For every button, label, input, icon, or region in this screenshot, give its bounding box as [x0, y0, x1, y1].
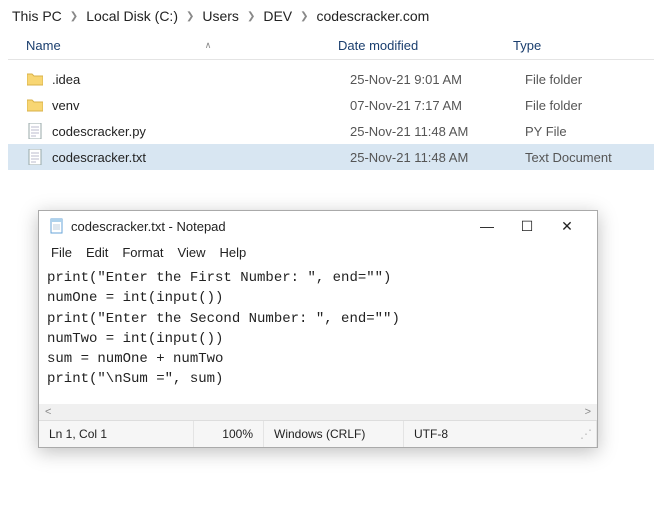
file-list-header[interactable]: Name ∧ Date modified Type: [8, 32, 654, 60]
file-row[interactable]: codescracker.py25-Nov-21 11:48 AMPY File: [8, 118, 654, 144]
file-name: venv: [52, 98, 350, 113]
file-date: 07-Nov-21 7:17 AM: [350, 98, 525, 113]
maximize-button[interactable]: ☐: [507, 217, 547, 235]
menu-item-view[interactable]: View: [178, 245, 206, 260]
status-cursor-pos: Ln 1, Col 1: [39, 421, 194, 447]
chevron-right-icon[interactable]: ❯: [66, 11, 82, 22]
breadcrumb-segment[interactable]: codescracker.com: [317, 8, 430, 24]
menu-item-help[interactable]: Help: [219, 245, 246, 260]
menu-item-edit[interactable]: Edit: [86, 245, 108, 260]
breadcrumb-segment[interactable]: This PC: [12, 8, 62, 24]
notepad-title: codescracker.txt - Notepad: [71, 219, 467, 234]
column-type[interactable]: Type: [513, 38, 654, 53]
file-row[interactable]: .idea25-Nov-21 9:01 AMFile folder: [8, 66, 654, 92]
file-name: .idea: [52, 72, 350, 87]
file-type: File folder: [525, 72, 654, 87]
status-zoom: 100%: [194, 421, 264, 447]
scroll-right-icon[interactable]: >: [585, 406, 591, 418]
text-file-icon: [26, 148, 44, 166]
file-row[interactable]: venv07-Nov-21 7:17 AMFile folder: [8, 92, 654, 118]
notepad-titlebar[interactable]: codescracker.txt - Notepad — ☐ ✕: [39, 211, 597, 241]
file-name: codescracker.txt: [52, 150, 350, 165]
file-type: File folder: [525, 98, 654, 113]
file-date: 25-Nov-21 11:48 AM: [350, 150, 525, 165]
file-type: Text Document: [525, 150, 654, 165]
column-name[interactable]: Name: [26, 38, 61, 53]
notepad-icon: [49, 218, 65, 234]
notepad-window: codescracker.txt - Notepad — ☐ ✕ File Edi…: [38, 210, 598, 448]
file-date: 25-Nov-21 11:48 AM: [350, 124, 525, 139]
notepad-content[interactable]: print("Enter the First Number: ", end=""…: [39, 264, 597, 404]
scroll-left-icon[interactable]: <: [45, 406, 51, 418]
file-type: PY File: [525, 124, 654, 139]
breadcrumb-segment[interactable]: Local Disk (C:): [86, 8, 178, 24]
chevron-right-icon[interactable]: ❯: [296, 11, 312, 22]
menu-item-file[interactable]: File: [51, 245, 72, 260]
chevron-right-icon[interactable]: ❯: [243, 11, 259, 22]
status-encoding: UTF-8: [404, 421, 534, 447]
folder-icon: [26, 96, 44, 114]
resize-grip-icon[interactable]: ⋰: [534, 421, 597, 447]
file-list: Name ∧ Date modified Type .idea25-Nov-21…: [0, 32, 662, 170]
close-button[interactable]: ✕: [547, 217, 587, 235]
file-row[interactable]: codescracker.txt25-Nov-21 11:48 AMText D…: [8, 144, 654, 170]
notepad-hscrollbar[interactable]: < >: [39, 404, 597, 420]
file-date: 25-Nov-21 9:01 AM: [350, 72, 525, 87]
breadcrumb: This PC ❯ Local Disk (C:) ❯ Users ❯ DEV ❯ codesc…: [0, 0, 662, 32]
folder-icon: [26, 70, 44, 88]
menu-item-format[interactable]: Format: [122, 245, 163, 260]
chevron-right-icon[interactable]: ❯: [182, 11, 198, 22]
notepad-menubar: File Edit Format View Help: [39, 241, 597, 264]
notepad-statusbar: Ln 1, Col 1 100% Windows (CRLF) UTF-8 ⋰: [39, 420, 597, 447]
file-name: codescracker.py: [52, 124, 350, 139]
sort-indicator-icon: ∧: [205, 40, 212, 51]
text-file-icon: [26, 122, 44, 140]
minimize-button[interactable]: —: [467, 217, 507, 235]
breadcrumb-segment[interactable]: Users: [202, 8, 239, 24]
breadcrumb-segment[interactable]: DEV: [263, 8, 292, 24]
status-line-ending: Windows (CRLF): [264, 421, 404, 447]
column-date[interactable]: Date modified: [338, 38, 513, 53]
